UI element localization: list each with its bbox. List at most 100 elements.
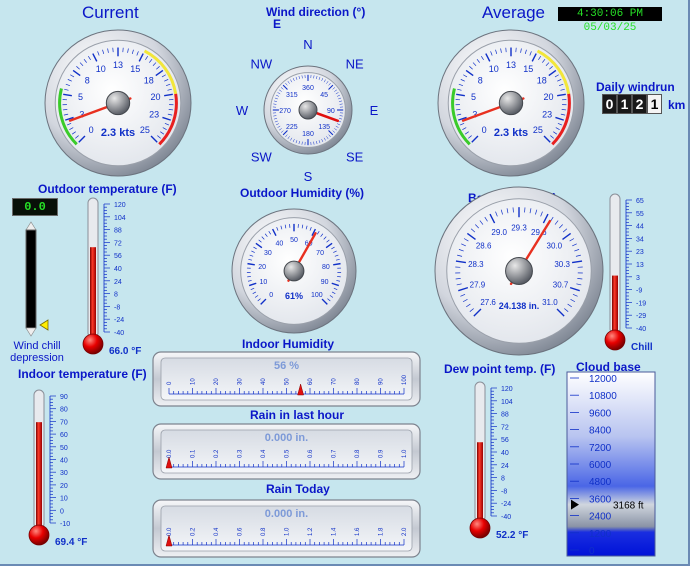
meter-tick-label: 0.5	[285, 449, 291, 458]
meter-value-label: 0.000 in.	[265, 432, 308, 444]
cloud-base-tick-label: 8400	[589, 426, 612, 437]
gauge-tick-label: 50	[290, 237, 298, 244]
compass-point-label: W	[236, 103, 249, 118]
thermometer-tick-label: 55	[636, 211, 644, 218]
thermometer-tick-label: 10	[60, 496, 68, 503]
thermometer-tick-label: -24	[114, 317, 124, 324]
thermometer-tick-label: -40	[636, 326, 646, 333]
compass-point-label: SE	[346, 150, 364, 165]
instrument-layer: 035810 13 15182023252.3 kts 035810 13 151820…	[28, 29, 656, 558]
thermometer-tick-label: 65	[636, 198, 644, 205]
cloud-base-tick-label: 2400	[589, 512, 612, 523]
gauge-tick-label: 30.3	[554, 260, 570, 269]
meter-tick-label: 1.0	[402, 449, 408, 458]
gauge-tick-label: 29.3	[511, 223, 527, 232]
gauge-tick-label: 15	[130, 64, 140, 74]
gauge-value-label: 61%	[285, 291, 303, 301]
thermometer-tick-label: -19	[636, 300, 646, 307]
gauge-tick-label: 40	[275, 240, 283, 247]
thermometer-tick-label: 104	[114, 215, 126, 222]
compass-point-label: NE	[346, 56, 364, 71]
gauge-tick-label: 10	[96, 64, 106, 74]
barometer-gauge: 27.627.928.328.629.029.329.630.030.330.7…	[434, 186, 604, 356]
current-wind-gauge: 035810 13 15182023252.3 kts	[44, 29, 192, 177]
meter-tick-label: 1.6	[355, 527, 361, 536]
thermometer-tick-label: 13	[636, 262, 644, 269]
gauge-tick-label: 20	[258, 264, 266, 271]
gauge-tick-label: 10	[259, 279, 267, 286]
gauge-tick-label: 13	[506, 60, 516, 70]
compass-point-label: SW	[251, 150, 273, 165]
thermometer-value-label: 69.4 °F	[55, 537, 87, 548]
meter-tick-label: 1.0	[285, 527, 291, 536]
meter-tick-label: 30	[238, 378, 244, 385]
compass-tick-label: 45	[320, 92, 328, 99]
thermometer-tick-label: -40	[114, 330, 124, 337]
gauge-tick-label: 0	[482, 125, 487, 135]
cloud-base-tick-label: 1200	[589, 529, 612, 540]
gauge-tick-label: 20	[543, 92, 553, 102]
thermometer-tick-label: 88	[114, 228, 122, 235]
meter-tick-label: 50	[285, 378, 291, 385]
gauge-tick-label: 27.6	[480, 298, 496, 307]
thermometer-tick-label: 70	[60, 419, 68, 426]
thermometer-tick-label: 24	[501, 463, 509, 470]
meter-tick-label: 0.4	[214, 527, 220, 536]
gauge-value-label: 2.3 kts	[101, 127, 135, 139]
compass-tick-label: 180	[302, 131, 314, 138]
gauge-tick-label: 28.6	[476, 241, 492, 250]
thermometer-tick-label: 0	[60, 508, 64, 515]
gauge-hub	[505, 257, 533, 285]
meter-tick-label: 0.0	[167, 449, 173, 458]
meter-tick-label: 10	[191, 378, 197, 385]
gauge-tick-label: 8	[478, 76, 483, 86]
compass-tick-label: 270	[279, 108, 291, 115]
thermometer-tick-label: 3	[636, 275, 640, 282]
cloud-base-tick-label: 3600	[589, 494, 612, 505]
meter-value-label: 56 %	[274, 360, 299, 372]
gauge-tick-label: 23	[542, 110, 552, 120]
thermometer-tick-label: 23	[636, 249, 644, 256]
cloud-base-tick-label: 0	[589, 546, 595, 557]
gauge-hub	[105, 90, 131, 116]
meter-tick-label: 0.3	[238, 449, 244, 458]
gauge-tick-label: 15	[523, 64, 533, 74]
cloud-base-tick-label: 9600	[589, 408, 612, 419]
thermometer-bulb	[604, 329, 626, 351]
compass-tick-label: 90	[327, 108, 335, 115]
meter-tick-label: 0.9	[379, 449, 385, 458]
thermometer-tick-label: 50	[60, 445, 68, 452]
cloud-base-bar: 1200010800960084007200600048003600240012…	[566, 371, 656, 557]
gauge-tick-label: 30.7	[553, 280, 569, 289]
thermometer-fill	[36, 422, 42, 529]
thermometer-bulb	[469, 517, 491, 539]
cloud-base-tick-label: 6000	[589, 460, 612, 471]
gauge-tick-label: 70	[316, 250, 324, 257]
thermometer-tick-label: 120	[501, 386, 513, 393]
meter-tick-label: 100	[402, 374, 408, 385]
compass-hub	[298, 100, 318, 120]
thermometer-fill	[477, 442, 483, 522]
thermometer-tick-label: 8	[501, 476, 505, 483]
outdoor-temp-thermometer: 120 104 88 72 56 40 24 8 -8 -24 -40 66.0 °F	[82, 197, 141, 357]
thermometer-tick-label: 30	[60, 470, 68, 477]
thermometer-tick-label: -29	[636, 313, 646, 320]
meter-tick-label: 0.1	[191, 449, 197, 458]
compass-tick-label: 225	[286, 124, 298, 131]
compass-point-label: E	[370, 103, 379, 118]
gauge-tick-label: 0	[269, 292, 273, 299]
thermometer-tick-label: 8	[114, 292, 118, 299]
thermometer-tick-label: -8	[114, 304, 120, 311]
meter-tick-label: 0.0	[167, 527, 173, 536]
meter-tick-label: 1.4	[332, 527, 338, 536]
thermometer-tick-label: 20	[60, 483, 68, 490]
chill-thermometer: 65 55 44 34 23 13 3 -9 -19 -29 -40 Chill	[604, 193, 653, 353]
compass-point-label: S	[304, 169, 313, 184]
thermometer-tick-label: 120	[114, 202, 126, 209]
meter-tick-label: 0.7	[332, 449, 338, 458]
thermometer-tick-label: 44	[636, 224, 644, 231]
gauge-tick-label: 13	[113, 60, 123, 70]
gauge-tick-label: 5	[78, 92, 83, 102]
meter-tick-label: 20	[214, 378, 220, 385]
gauge-tick-label: 23	[149, 110, 159, 120]
